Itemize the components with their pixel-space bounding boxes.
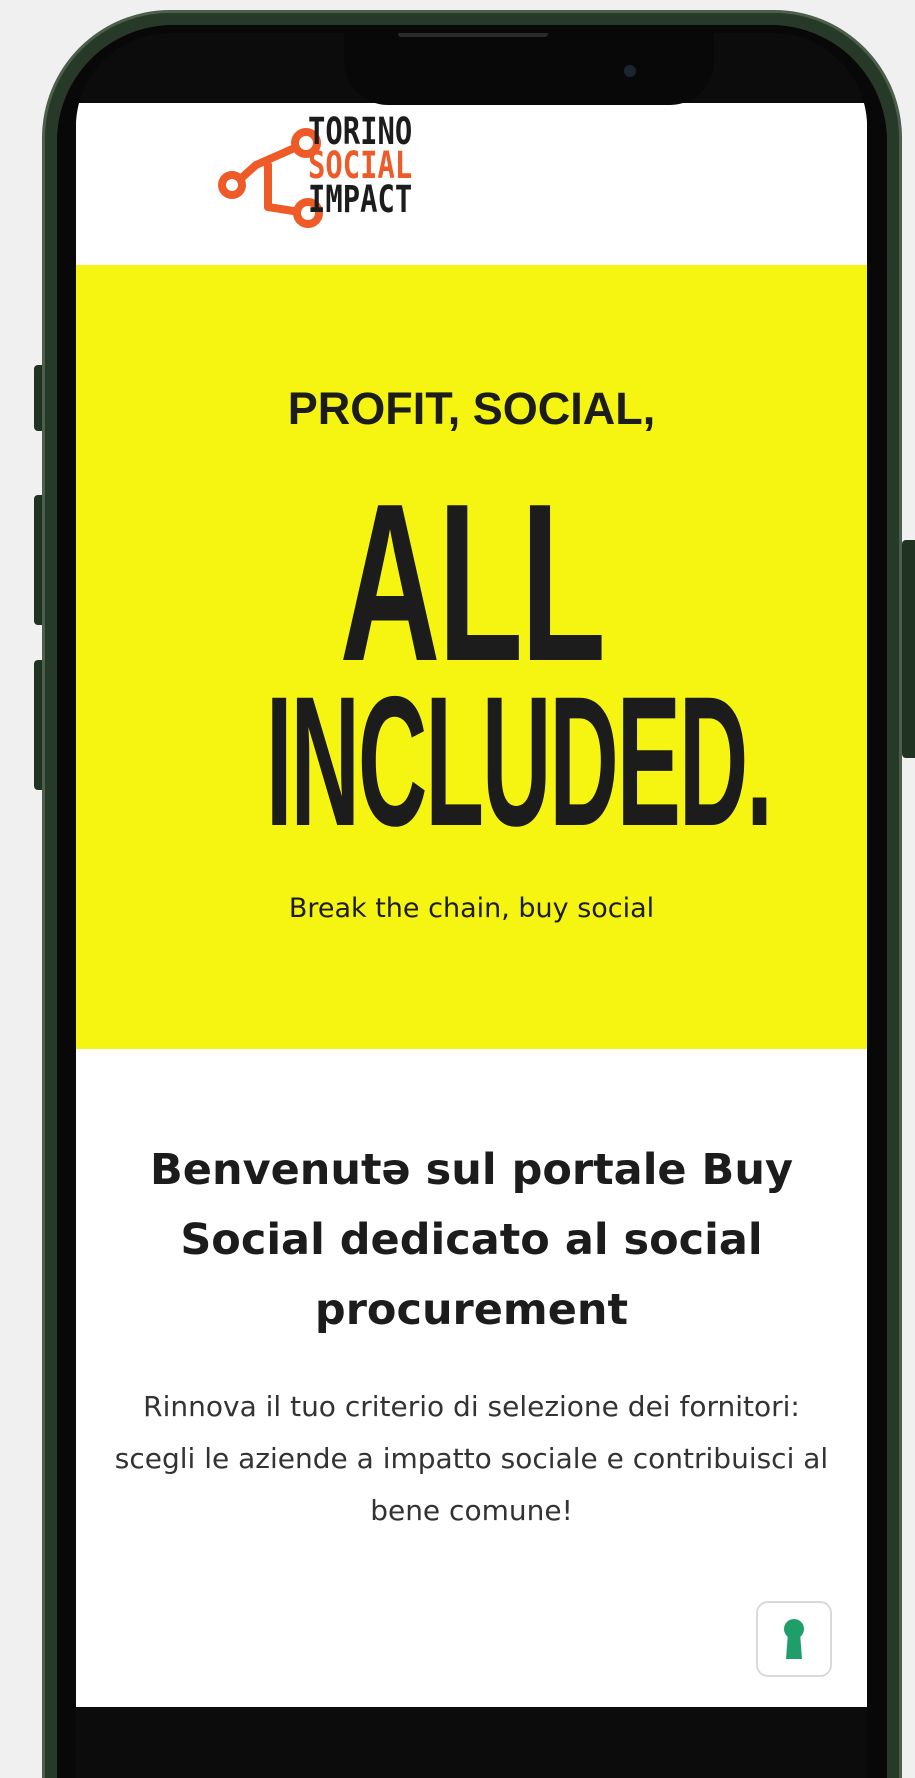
hero-kicker: PROFIT, SOCIAL, [287, 383, 656, 434]
hero-tagline: Break the chain, buy social [288, 893, 655, 924]
notch [344, 33, 714, 105]
power-button [902, 540, 915, 758]
phone-mockup: TORINO SOCIAL IMPACT PROFIT, SOCIAL, ALL… [0, 0, 915, 1778]
hero-banner: PROFIT, SOCIAL, ALL INCLUDED. Break the … [76, 265, 867, 1049]
accessibility-button[interactable] [756, 1601, 832, 1677]
intro-body: Rinnova il tuo criterio di selezione dei… [114, 1390, 829, 1527]
hero-headline-included: INCLUDED. [265, 659, 773, 865]
phone-screen: TORINO SOCIAL IMPACT PROFIT, SOCIAL, ALL… [76, 33, 867, 1778]
keyhole-icon [784, 1619, 804, 1659]
torino-social-impact-logo[interactable]: TORINO SOCIAL IMPACT [216, 111, 516, 261]
logo-line-impact: IMPACT [308, 178, 413, 221]
site-header: TORINO SOCIAL IMPACT [76, 103, 867, 265]
earpiece-speaker [398, 33, 548, 37]
logo-wordmark: TORINO SOCIAL IMPACT [308, 113, 413, 221]
screen-bottom-bezel [76, 1707, 867, 1778]
web-page: TORINO SOCIAL IMPACT PROFIT, SOCIAL, ALL… [76, 103, 867, 1707]
front-camera [624, 65, 636, 77]
intro-heading: Benvenutə sul portale Buy Social dedicat… [150, 1145, 793, 1335]
